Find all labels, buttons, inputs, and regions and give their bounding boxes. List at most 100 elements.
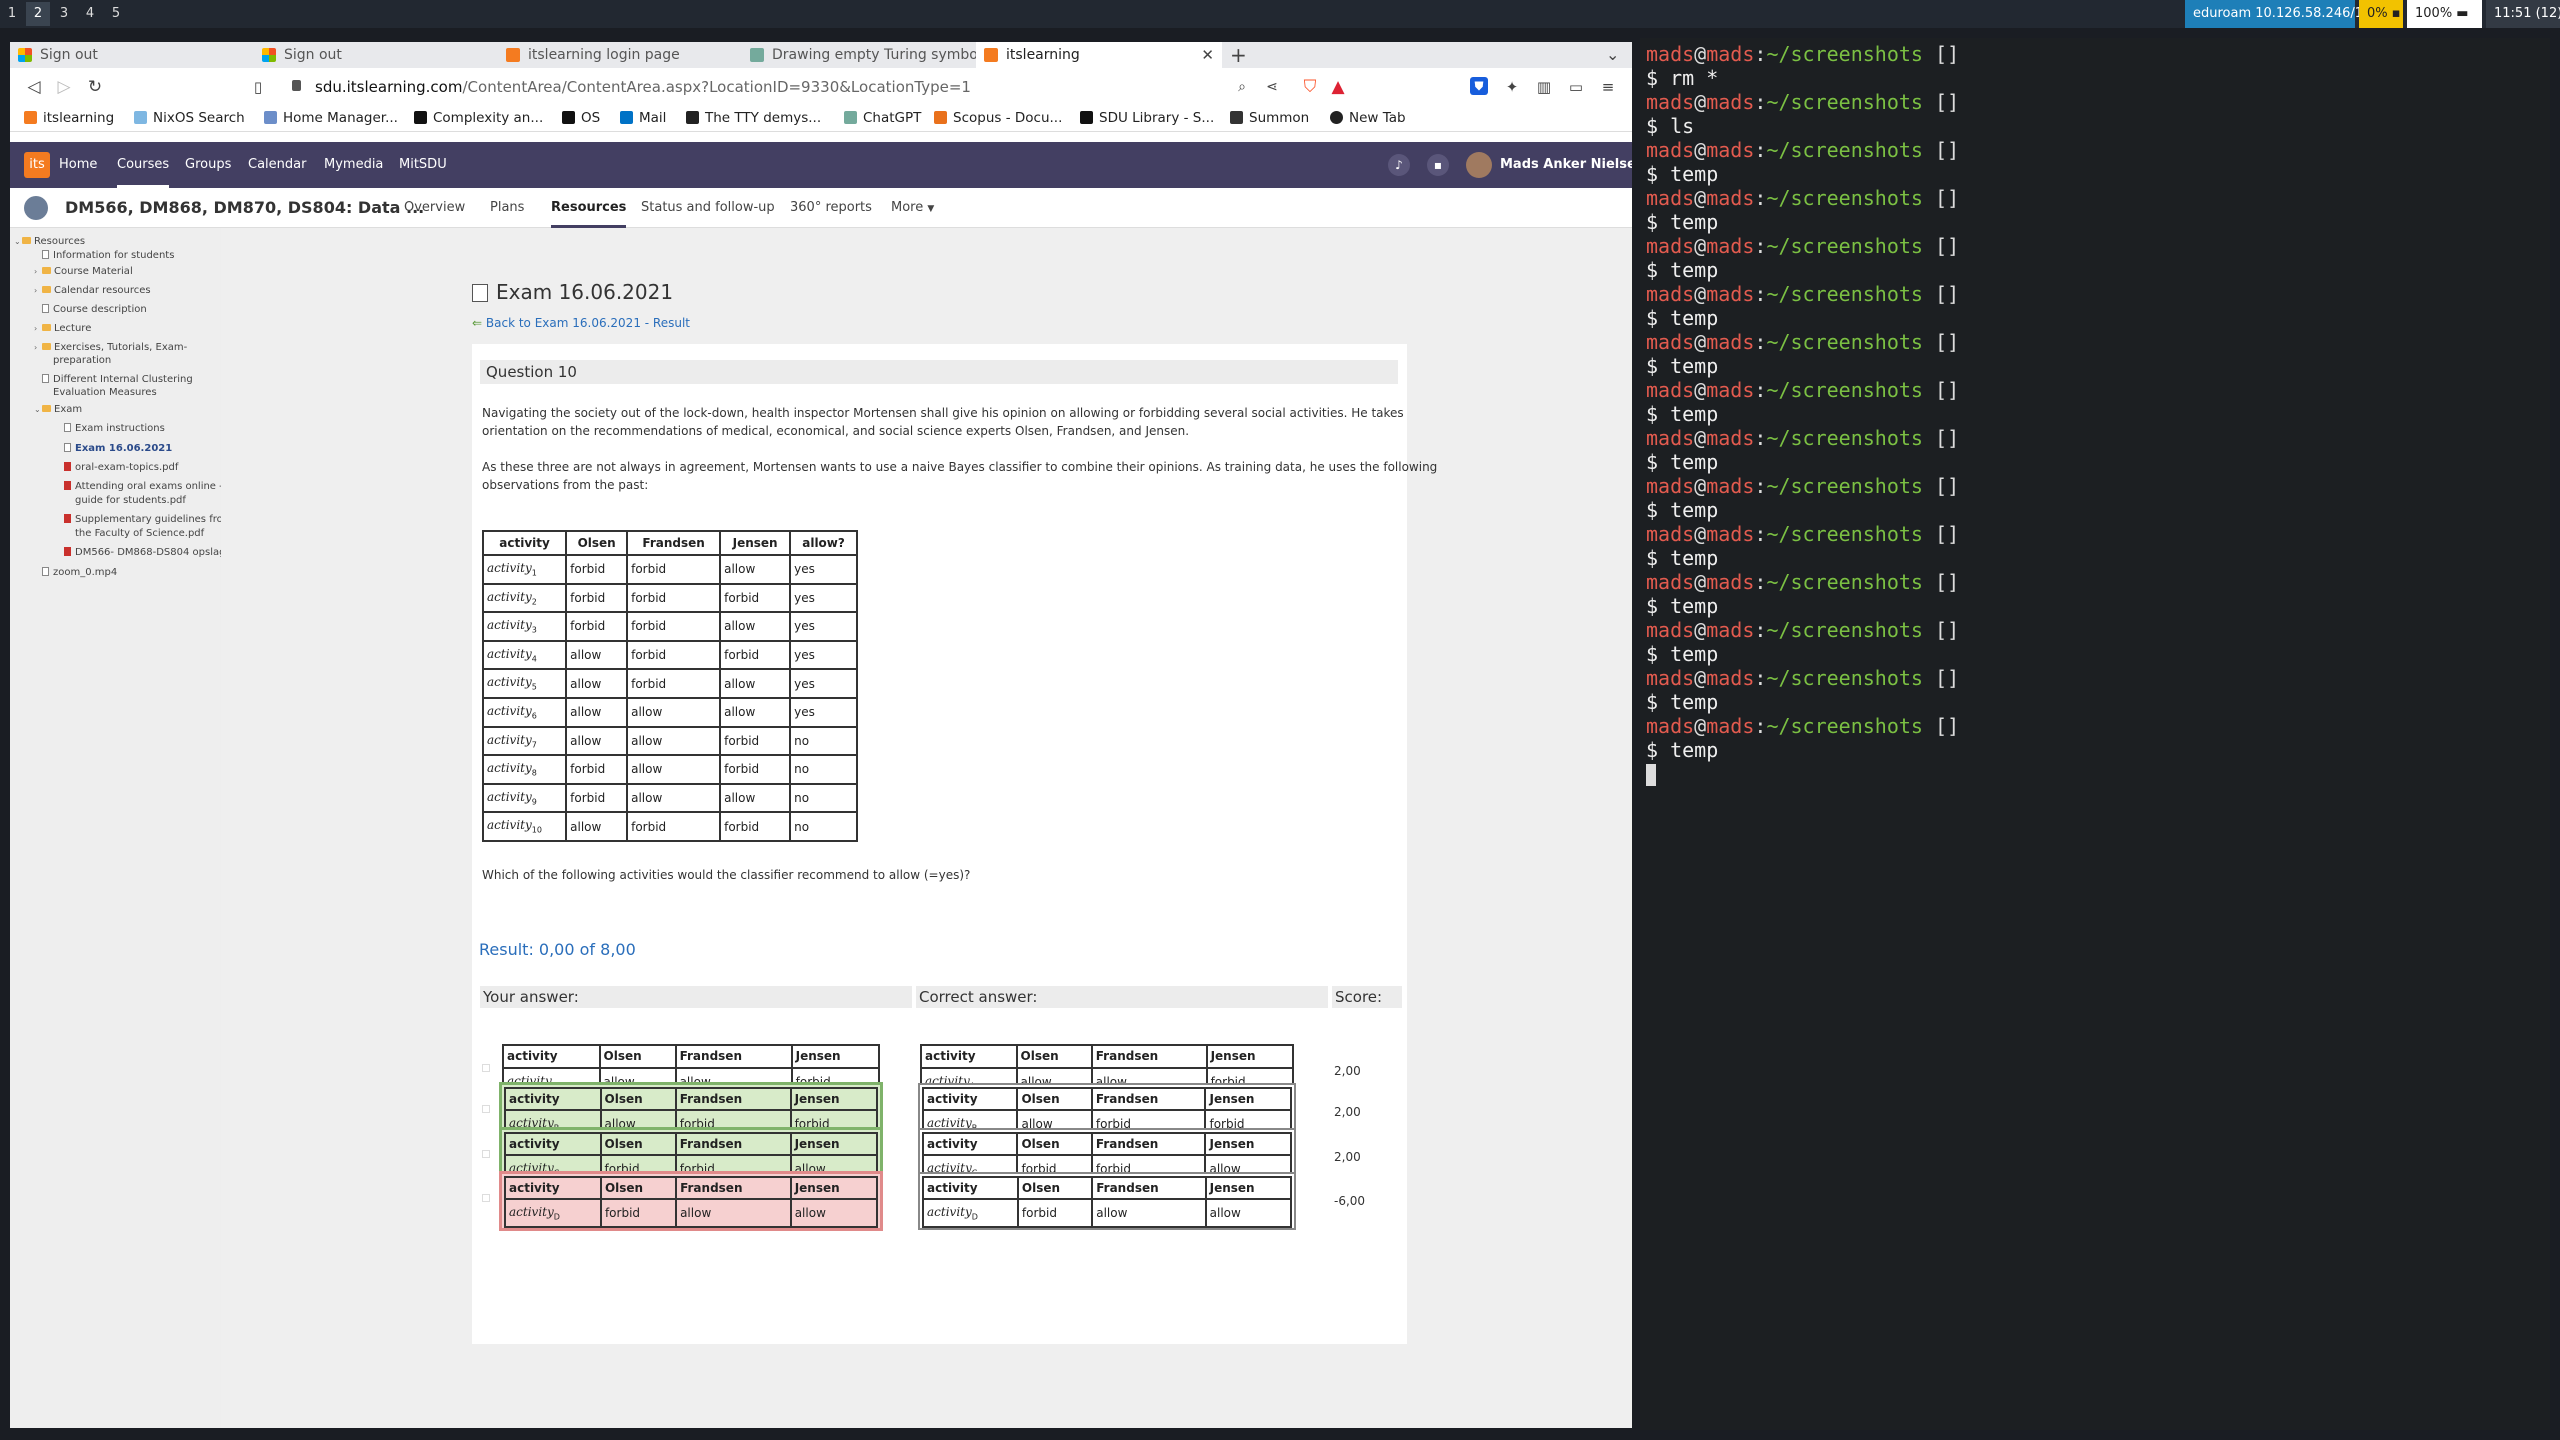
- nav-calendar[interactable]: Calendar: [248, 142, 306, 188]
- workspace-4[interactable]: 4: [78, 2, 102, 26]
- browser-tab-1[interactable]: Sign out: [10, 42, 250, 68]
- chevron-down-icon[interactable]: ⌄: [14, 237, 22, 246]
- bookmark-new-tab[interactable]: New Tab: [1330, 106, 1406, 130]
- tree-item[interactable]: oral-exam-topics.pdf: [56, 462, 178, 473]
- zoom-icon[interactable]: ⌕: [1232, 77, 1252, 97]
- tree-item[interactable]: Different Internal Clustering: [34, 374, 193, 385]
- chevron-right-icon[interactable]: ›: [34, 267, 42, 276]
- nav-groups[interactable]: Groups: [185, 142, 231, 188]
- tab-resources[interactable]: Resources: [551, 188, 627, 228]
- answer-header: Jensen: [1204, 1176, 1293, 1200]
- chevron-right-icon[interactable]: ›: [34, 343, 42, 352]
- brave-rewards-icon[interactable]: ▲: [1328, 77, 1348, 97]
- terminal-window[interactable]: mads@mads:~/screenshots [] $ rm * mads@mad…: [1640, 38, 2550, 1430]
- tree-item[interactable]: › Course Material: [34, 266, 133, 277]
- wallet-icon[interactable]: ▭: [1566, 77, 1586, 97]
- new-tab-button[interactable]: +: [1230, 42, 1254, 68]
- tree-item[interactable]: Attending oral exams online - a: [56, 481, 232, 492]
- menu-icon[interactable]: ≡: [1598, 77, 1618, 97]
- prompt-char: $: [1646, 66, 1671, 90]
- nav-home[interactable]: Home: [59, 142, 97, 188]
- browser-tab-5[interactable]: itslearning ✕: [976, 42, 1222, 68]
- url-bar[interactable]: sdu.itslearning.com/ContentArea/ContentA…: [315, 75, 1325, 99]
- bookmark-mail[interactable]: Mail: [620, 106, 666, 130]
- answer-header: Frandsen: [1090, 1132, 1207, 1156]
- nav-mitsdu[interactable]: MitSDU: [399, 142, 447, 188]
- prompt-char: $: [1646, 642, 1671, 666]
- browser-tab-4[interactable]: Drawing empty Turing symbol.: [742, 42, 986, 68]
- bookmark-scopus[interactable]: Scopus - Docu...: [934, 106, 1062, 130]
- close-tab-icon[interactable]: ✕: [1201, 42, 1214, 68]
- tab-status[interactable]: Status and follow-up: [641, 188, 775, 228]
- terminal-prompt: mads@mads:~/screenshots []: [1646, 378, 1959, 402]
- avatar[interactable]: [1466, 152, 1492, 178]
- answer-checkbox[interactable]: [482, 1194, 490, 1202]
- command-text: temp: [1670, 450, 1719, 474]
- chevron-right-icon[interactable]: ›: [34, 324, 42, 333]
- browser-tab-3[interactable]: itslearning login page: [498, 42, 738, 68]
- tab-plans[interactable]: Plans: [490, 188, 524, 228]
- brave-shields-icon[interactable]: ⛉: [1300, 77, 1320, 97]
- tree-item[interactable]: › Exercises, Tutorials, Exam-: [34, 342, 187, 353]
- sidebar-toggle-icon[interactable]: ▥: [1534, 77, 1554, 97]
- answer-checkbox[interactable]: [482, 1150, 490, 1158]
- answer-header: Olsen: [599, 1176, 678, 1200]
- workspace-2[interactable]: 2: [26, 2, 50, 26]
- chatgpt-icon: [750, 48, 764, 62]
- tree-item[interactable]: Course description: [34, 304, 147, 315]
- table-cell: yes: [789, 668, 858, 699]
- bitwarden-icon[interactable]: ⛊: [1470, 77, 1488, 95]
- bookmark-sdu-library[interactable]: SDU Library - S...: [1080, 106, 1214, 130]
- tree-item[interactable]: ⌄ Resources: [14, 236, 85, 247]
- tree-item[interactable]: › Calendar resources: [34, 285, 151, 296]
- tree-item[interactable]: Exam instructions: [56, 423, 165, 434]
- share-icon[interactable]: ⋖: [1262, 77, 1282, 97]
- tree-item[interactable]: ⌄ Exam: [34, 404, 82, 415]
- notifications-bell-icon[interactable]: ♪: [1388, 154, 1410, 176]
- back-icon[interactable]: ◁: [24, 77, 44, 97]
- table-cell: forbid: [626, 668, 722, 699]
- forward-icon[interactable]: ▷: [54, 77, 74, 97]
- chevron-down-icon[interactable]: ⌄: [34, 405, 42, 414]
- tree-item[interactable]: DM566- DM868-DS804 opslag.pdf: [56, 547, 245, 558]
- bookmark-summon[interactable]: Summon: [1230, 106, 1309, 130]
- itslearning-logo[interactable]: its: [24, 152, 50, 178]
- tree-item[interactable]: zoom_0.mp4: [34, 567, 117, 578]
- nav-mymedia[interactable]: Mymedia: [324, 142, 383, 188]
- bookmark-chatgpt[interactable]: ChatGPT: [844, 106, 921, 130]
- folder-icon: [42, 324, 51, 331]
- bookmark-complexity[interactable]: Complexity an...: [414, 106, 543, 130]
- user-name[interactable]: Mads Anker Nielsen: [1500, 142, 1632, 188]
- answer-checkbox[interactable]: [482, 1105, 490, 1113]
- bookmark-itslearning[interactable]: itslearning: [24, 106, 114, 130]
- tab-more[interactable]: More ▼: [891, 188, 934, 228]
- tab-360-reports[interactable]: 360° reports: [790, 188, 872, 228]
- bookmark-home-manager[interactable]: Home Manager...: [264, 106, 398, 130]
- prompt-colon: :: [1754, 330, 1767, 354]
- tree-item[interactable]: Supplementary guidelines from: [56, 514, 232, 525]
- prompt-user: mads: [1646, 138, 1695, 162]
- tree-item[interactable]: Information for students: [34, 250, 174, 261]
- tree-item[interactable]: › Lecture: [34, 323, 91, 334]
- prompt-suffix: []: [1922, 522, 1960, 546]
- tree-item[interactable]: Exam 16.06.2021: [56, 443, 172, 454]
- extensions-icon[interactable]: ✦: [1502, 77, 1522, 97]
- answer-cell: allow: [789, 1198, 879, 1228]
- course-title: DM566, DM868, DM870, DS804: Data ...: [65, 198, 425, 217]
- reload-icon[interactable]: ↻: [85, 77, 105, 97]
- workspace-1[interactable]: 1: [0, 2, 24, 26]
- bookmark-icon[interactable]: ▯: [248, 77, 268, 97]
- tab-overview[interactable]: Overview: [404, 188, 465, 228]
- messages-icon[interactable]: ▪: [1427, 154, 1449, 176]
- nav-courses[interactable]: Courses: [117, 142, 170, 188]
- workspace-3[interactable]: 3: [52, 2, 76, 26]
- tabs-menu-icon[interactable]: ⌄: [1606, 42, 1626, 68]
- bookmark-os[interactable]: OS: [562, 106, 600, 130]
- answer-checkbox[interactable]: [482, 1064, 490, 1072]
- browser-tab-2[interactable]: Sign out: [254, 42, 494, 68]
- chevron-right-icon[interactable]: ›: [34, 286, 42, 295]
- workspace-5[interactable]: 5: [104, 2, 128, 26]
- bookmark-tty[interactable]: The TTY demys...: [686, 106, 821, 130]
- back-link[interactable]: ⇐ Back to Exam 16.06.2021 - Result: [472, 316, 690, 330]
- bookmark-nixos-search[interactable]: NixOS Search: [134, 106, 245, 130]
